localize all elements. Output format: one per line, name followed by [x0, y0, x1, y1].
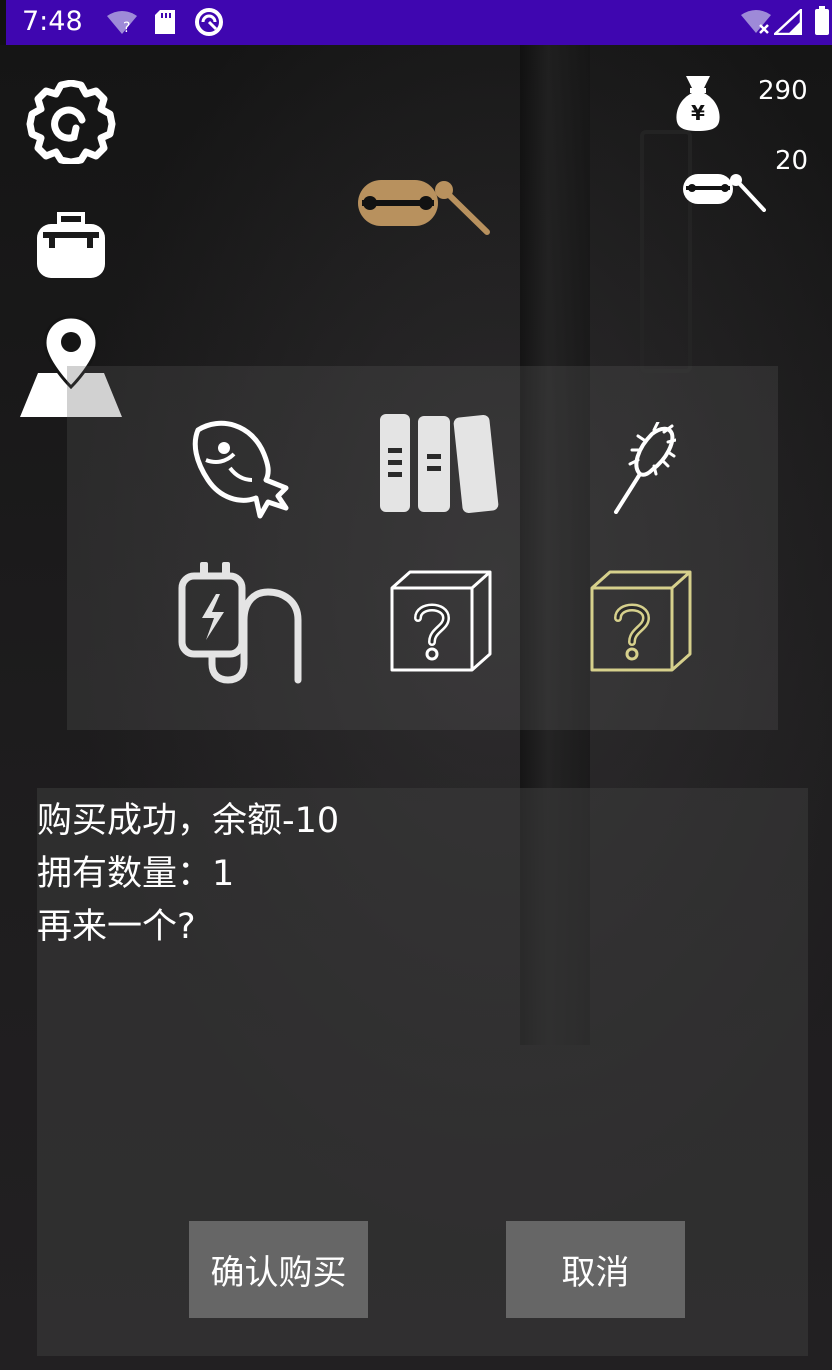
wifi-question-icon: ? — [107, 11, 137, 36]
books-icon[interactable] — [378, 412, 503, 514]
confirm-purchase-button[interactable]: 确认购买 — [189, 1221, 368, 1318]
sync-circle-icon — [195, 8, 223, 36]
money-count: 290 — [758, 76, 808, 106]
token-count: 20 — [775, 146, 809, 176]
status-time: 7:48 — [22, 6, 83, 37]
owned-count-text: 拥有数量：1 — [37, 854, 235, 894]
backpack-icon[interactable] — [35, 210, 107, 280]
settings-gear-icon[interactable] — [26, 80, 116, 164]
buy-again-prompt: 再来一个? — [37, 907, 196, 947]
key-token-icon — [683, 174, 766, 212]
purchase-result-text: 购买成功，余额-10 — [37, 801, 340, 841]
wifi-x-icon — [741, 10, 771, 34]
battery-icon — [815, 6, 829, 35]
brush-icon[interactable] — [612, 422, 676, 514]
cancel-button[interactable]: 取消 — [506, 1221, 685, 1318]
svg-text:?: ? — [123, 20, 130, 36]
signal-icon — [774, 9, 802, 35]
fish-icon[interactable] — [190, 418, 295, 520]
status-bar: 7:48 ? — [6, 0, 832, 45]
sd-card-icon — [155, 10, 175, 34]
money-bag-icon: ¥ — [676, 76, 720, 131]
mystery-box-icon[interactable] — [388, 570, 494, 674]
mystery-box-gold-icon[interactable] — [588, 570, 694, 674]
charger-icon[interactable] — [178, 560, 306, 684]
purchase-dialog: 购买成功，余额-10 拥有数量：1 再来一个? — [37, 788, 808, 1356]
door-slot — [640, 130, 692, 373]
svg-text:¥: ¥ — [691, 101, 705, 125]
key-token-icon — [358, 180, 490, 235]
